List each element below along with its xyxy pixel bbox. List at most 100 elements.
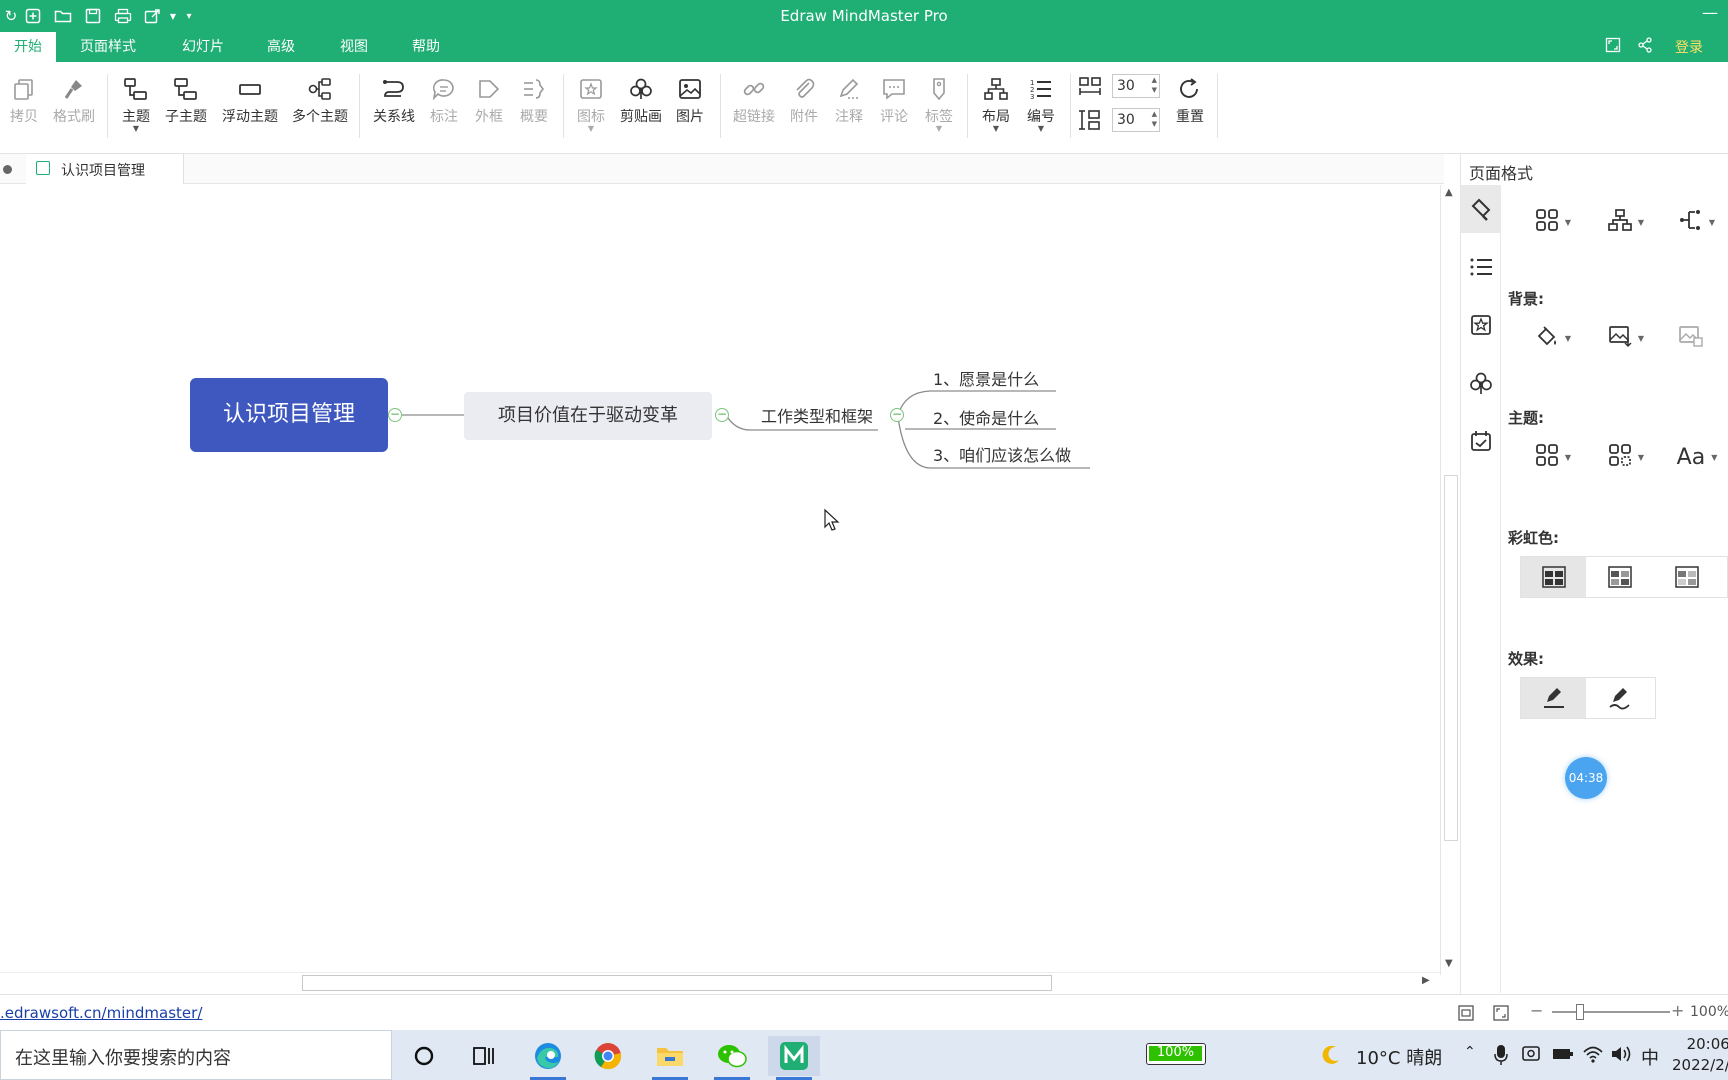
fit-screen-icon[interactable]: [1493, 1005, 1509, 1025]
document-tab[interactable]: 认识项目管理: [26, 154, 184, 184]
tab-help[interactable]: 帮助: [400, 32, 452, 62]
summary-button[interactable]: 概要: [506, 72, 562, 126]
topic-button[interactable]: 主题 ▼: [108, 72, 164, 133]
topic-dropdown-icon[interactable]: ▼: [108, 125, 164, 133]
website-link[interactable]: .edrawsoft.cn/mindmaster/: [0, 1004, 202, 1022]
tab-advanced[interactable]: 高级: [255, 32, 307, 62]
task-view-icon[interactable]: [458, 1036, 510, 1076]
connector-style-dropdown[interactable]: ▼: [1666, 202, 1728, 242]
battery-icon[interactable]: 100%: [1146, 1043, 1206, 1065]
floating-topic-button[interactable]: 浮动主题: [220, 72, 280, 126]
multiple-topics-button[interactable]: 多个主题: [288, 72, 352, 126]
horizontal-scrollbar[interactable]: ▶: [0, 972, 1440, 992]
horizontal-spacing-input[interactable]: 30 ▲ ▼: [1112, 74, 1160, 98]
zoom-slider-handle[interactable]: [1576, 1004, 1584, 1020]
leaf-topic-1[interactable]: 1、愿景是什么: [933, 366, 1039, 390]
chrome-browser-icon[interactable]: [582, 1036, 634, 1076]
horizontal-scroll-thumb[interactable]: [302, 975, 1052, 991]
battery-tray-icon[interactable]: [1552, 1044, 1574, 1069]
screen-capture-icon[interactable]: [1522, 1044, 1542, 1069]
tabs-menu-icon[interactable]: [3, 165, 12, 174]
page-format-icon[interactable]: [1461, 185, 1501, 233]
taskbar-clock[interactable]: 20:06 2022/2/: [1672, 1034, 1728, 1076]
wechat-icon[interactable]: [706, 1036, 758, 1080]
picture-button[interactable]: 图片: [662, 72, 718, 126]
tab-slides[interactable]: 幻灯片: [170, 32, 236, 62]
minimize-button[interactable]: —: [1702, 3, 1718, 22]
mindmaster-app-icon[interactable]: [768, 1036, 820, 1080]
chevron-down-icon: ▼: [1564, 333, 1572, 343]
effect-option-hand-drawn[interactable]: [1587, 678, 1652, 718]
theme-font-dropdown[interactable]: Aa ▼: [1666, 437, 1728, 477]
wifi-icon[interactable]: [1582, 1044, 1604, 1069]
recording-timer[interactable]: 04:38: [1565, 757, 1607, 799]
zoom-in-icon[interactable]: +: [1671, 1001, 1684, 1020]
structure-dropdown[interactable]: ▼: [1595, 202, 1657, 242]
spinner-arrows-icon[interactable]: ▲ ▼: [1152, 109, 1157, 129]
rainbow-option-2[interactable]: [1587, 557, 1652, 597]
scroll-right-icon[interactable]: ▶: [1422, 975, 1430, 986]
fit-page-icon[interactable]: [1458, 1005, 1474, 1025]
background-fill-dropdown[interactable]: ▼: [1522, 318, 1584, 358]
rainbow-option-3[interactable]: [1654, 557, 1719, 597]
tray-expand-icon[interactable]: ⌃: [1464, 1044, 1476, 1060]
collapse-toggle-icon[interactable]: −: [715, 408, 729, 422]
copy-button[interactable]: 拷贝: [0, 72, 52, 126]
cortana-icon[interactable]: [398, 1036, 450, 1076]
weather-text[interactable]: 10°C 晴朗: [1356, 1044, 1442, 1070]
mindmap-canvas[interactable]: − − − 1、愿景是什么 2、使命是什么 3、咱们应该怎么做: [0, 185, 1440, 975]
subtopic-button[interactable]: 子主题: [158, 72, 214, 126]
tab-view[interactable]: 视图: [328, 32, 380, 62]
theme-color-dropdown[interactable]: ▼: [1595, 437, 1657, 477]
leaf-topic-3[interactable]: 3、咱们应该怎么做: [933, 442, 1071, 466]
theme-dropdown[interactable]: ▼: [1522, 437, 1584, 477]
icon-dropdown-icon[interactable]: ▼: [563, 125, 619, 133]
collapse-toggle-icon[interactable]: −: [890, 408, 904, 422]
fullscreen-icon[interactable]: [1602, 37, 1624, 59]
outline-list-icon[interactable]: [1461, 243, 1501, 291]
clipart-button[interactable]: 剪贴画: [613, 72, 669, 126]
scroll-down-icon[interactable]: ▼: [1445, 958, 1453, 969]
spinner-arrows-icon[interactable]: ▲ ▼: [1152, 75, 1157, 95]
sub-topic[interactable]: 工作类型和框架: [752, 403, 882, 427]
zoom-out-icon[interactable]: −: [1530, 1001, 1543, 1020]
numbering-button[interactable]: 123 编号 ▼: [1013, 72, 1069, 133]
map-style-dropdown[interactable]: ▼: [1522, 202, 1584, 242]
file-explorer-icon[interactable]: [644, 1036, 696, 1080]
root-topic[interactable]: 认识项目管理: [190, 378, 388, 452]
tag-dropdown-icon[interactable]: ▼: [911, 125, 967, 133]
main-topic[interactable]: 项目价值在于驱动变革: [464, 392, 712, 440]
login-link[interactable]: 登录: [1675, 37, 1703, 57]
share-icon[interactable]: [1634, 37, 1656, 59]
scroll-up-icon[interactable]: ▲: [1445, 187, 1453, 198]
relationship-button[interactable]: 关系线: [366, 72, 422, 126]
task-panel-icon[interactable]: [1461, 417, 1501, 465]
background-image-dropdown[interactable]: ▼: [1595, 318, 1657, 358]
icon-button[interactable]: 图标 ▼: [563, 72, 619, 133]
tag-button[interactable]: 标签 ▼: [911, 72, 967, 133]
clipart-panel-icon[interactable]: [1461, 359, 1501, 407]
vertical-scroll-thumb[interactable]: [1444, 475, 1458, 841]
microphone-icon[interactable]: [1494, 1044, 1508, 1071]
numbering-dropdown-icon[interactable]: ▼: [1013, 125, 1069, 133]
icons-panel-icon[interactable]: [1461, 301, 1501, 349]
rainbow-option-1[interactable]: [1521, 557, 1586, 597]
svg-text:3: 3: [1030, 93, 1034, 101]
vertical-spacing-input[interactable]: 30 ▲ ▼: [1112, 108, 1160, 132]
edge-browser-icon[interactable]: [522, 1036, 574, 1080]
remove-background-button[interactable]: [1660, 318, 1722, 358]
format-brush-button[interactable]: 格式刷: [46, 72, 102, 126]
tab-page-style[interactable]: 页面样式: [68, 32, 148, 62]
zoom-slider[interactable]: [1552, 1011, 1670, 1013]
leaf-topic-2[interactable]: 2、使命是什么: [933, 405, 1039, 429]
hyperlink-button[interactable]: 超链接: [726, 72, 782, 126]
collapse-toggle-icon[interactable]: −: [388, 408, 402, 422]
battery-percent: 100%: [1156, 1045, 1195, 1060]
taskbar-search-input[interactable]: 在这里输入你要搜索的内容: [0, 1030, 392, 1080]
effect-option-pen[interactable]: [1521, 678, 1586, 718]
reset-button[interactable]: 重置: [1162, 72, 1218, 126]
tab-start[interactable]: 开始: [0, 32, 56, 62]
input-method-indicator[interactable]: 中: [1641, 1044, 1659, 1070]
vertical-scrollbar[interactable]: ▲ ▼: [1440, 185, 1460, 975]
volume-icon[interactable]: [1610, 1044, 1632, 1069]
